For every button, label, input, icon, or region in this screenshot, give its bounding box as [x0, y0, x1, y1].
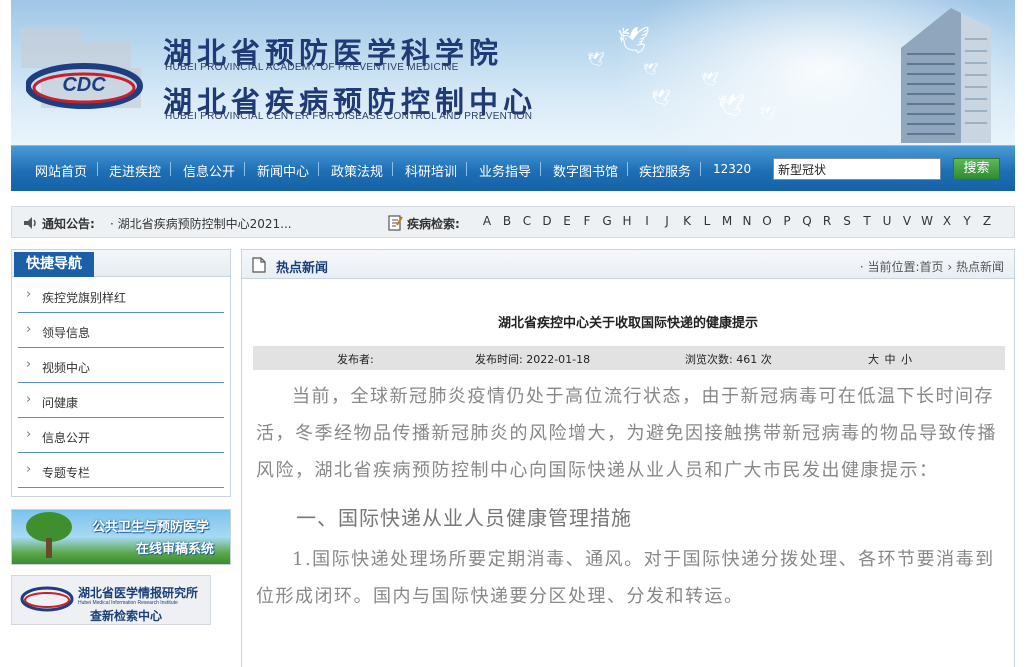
nav-item-research[interactable]: 科研培训 — [405, 161, 457, 180]
cdc-logo-small — [20, 586, 74, 612]
letter-link[interactable]: A — [477, 214, 497, 228]
site-header-banner: CDC 湖北省预防医学科学院 HUBEI PROVINCIAL ACADEMY … — [11, 0, 1015, 145]
nav-item-library[interactable]: 数字图书馆 — [553, 161, 618, 180]
dove-icon: 🕊 — [643, 62, 659, 76]
article-heading: 一、国际快递从业人员健康管理措施 — [296, 506, 632, 530]
nav-item-services[interactable]: 疾控服务 — [639, 161, 691, 180]
sidebar-item-leaders[interactable]: › 领导信息 — [18, 313, 224, 348]
nav-item-info-disclosure[interactable]: 信息公开 — [183, 161, 235, 180]
disease-search-label: 疾病检索: — [407, 217, 460, 231]
search-input[interactable] — [773, 158, 941, 180]
chevron-right-icon: › — [26, 392, 32, 407]
cdc-logo[interactable]: CDC — [26, 58, 144, 110]
letter-link[interactable]: C — [517, 214, 537, 228]
letter-link[interactable]: X — [937, 214, 957, 228]
nav-item-guidance[interactable]: 业务指导 — [479, 161, 531, 180]
article-meta-bar: 发布者: 发布时间: 2022-01-18 浏览次数: 461 次 大 中 小 — [253, 346, 1005, 370]
letter-link[interactable]: B — [497, 214, 517, 228]
notice-link[interactable]: · 湖北省疾病预防控制中心2021... — [110, 215, 292, 232]
letter-link[interactable]: P — [777, 214, 797, 228]
center-title-en: HUBEI PROVINCIAL CENTER FOR DISEASE CONT… — [165, 111, 533, 122]
sidebar-item-info-disclosure[interactable]: › 信息公开 — [18, 418, 224, 453]
letter-link[interactable]: F — [577, 214, 597, 228]
notice-label: 通知公告: — [42, 217, 95, 231]
letter-link[interactable]: E — [557, 214, 577, 228]
letter-link[interactable]: S — [837, 214, 857, 228]
academy-title-en: HUBEI PROVINCIAL ACADEMY OF PREVENTIVE M… — [165, 62, 459, 73]
sidebar-item-topics[interactable]: › 专题专栏 — [18, 453, 224, 488]
letter-link[interactable]: N — [737, 214, 757, 228]
panel-title: 热点新闻 — [276, 261, 329, 276]
dove-icon: 🕊 — [759, 106, 777, 122]
chevron-right-icon: › — [26, 427, 32, 442]
speaker-icon — [24, 217, 36, 229]
letter-link[interactable]: O — [757, 214, 777, 228]
font-size-switch[interactable]: 大 中 小 — [868, 351, 912, 367]
breadcrumb-home-link[interactable]: 首页 — [920, 260, 944, 274]
quick-nav-panel: 快捷导航 › 疾控党旗别样红 › 领导信息 › 视频中心 › 问健康 › 信息公开 › 专题… — [11, 249, 231, 497]
nav-item-12320[interactable]: 12320 — [713, 162, 751, 176]
article-paragraph: 1.国际快递处理场所要定期消毒、通风。对于国际快递分拨处理、各环节要消毒到位形成… — [256, 549, 995, 607]
letter-link[interactable]: Y — [957, 214, 977, 228]
notice-bar: 通知公告: · 湖北省疾病预防控制中心2021... 疾病检索: ABCDEFG… — [11, 206, 1015, 238]
letter-link[interactable]: G — [597, 214, 617, 228]
letter-link[interactable]: Q — [797, 214, 817, 228]
publisher: 发布者: — [337, 353, 374, 366]
quick-nav-title: 快捷导航 — [14, 252, 94, 277]
main-content-panel: 热点新闻 · 当前位置:首页 › 热点新闻 湖北省疾控中心关于收取国际快递的健康… — [241, 249, 1015, 667]
dove-icon: 🕊 — [587, 52, 605, 68]
letter-link[interactable]: K — [677, 214, 697, 228]
sidebar-item-party[interactable]: › 疾控党旗别样红 — [18, 278, 224, 313]
sidebar-item-video[interactable]: › 视频中心 — [18, 348, 224, 383]
nav-item-news[interactable]: 新闻中心 — [257, 161, 309, 180]
disease-letter-index: ABCDEFGHIJKLMNOPQRSTUVWXYZ — [477, 214, 997, 228]
letter-link[interactable]: D — [537, 214, 557, 228]
dove-icon: 🕊 — [651, 88, 672, 107]
letter-link[interactable]: V — [897, 214, 917, 228]
dove-icon: 🕊 — [717, 94, 745, 119]
sidebar-item-ask-health[interactable]: › 问健康 — [18, 383, 224, 418]
chevron-right-icon: › — [26, 357, 32, 372]
svg-text:CDC: CDC — [62, 74, 106, 96]
publish-time: 发布时间: 2022-01-18 — [475, 353, 591, 366]
notebook-icon — [388, 215, 403, 231]
nav-item-about[interactable]: 走进疾控 — [109, 161, 161, 180]
article-paragraph: 当前，全球新冠肺炎疫情仍处于高位流行状态，由于新冠病毒可在低温下长时间存活，冬季… — [256, 386, 997, 481]
letter-link[interactable]: T — [857, 214, 877, 228]
dove-icon: 🕊 — [617, 26, 651, 56]
nav-item-home[interactable]: 网站首页 — [35, 161, 87, 180]
chevron-right-icon: › — [26, 322, 32, 337]
dove-icon: 🕊 — [701, 72, 719, 88]
letter-link[interactable]: W — [917, 214, 937, 228]
letter-link[interactable]: M — [717, 214, 737, 228]
main-navigation: 网站首页 走进疾控 信息公开 新闻中心 政策法规 科研培训 业务指导 数字图书馆… — [11, 145, 1015, 191]
view-count: 浏览次数: 461 次 — [685, 353, 772, 366]
breadcrumb: · 当前位置:首页 › 热点新闻 — [859, 260, 1004, 274]
letter-link[interactable]: R — [817, 214, 837, 228]
quick-nav-header: 快捷导航 — [12, 250, 230, 277]
search-button[interactable]: 搜索 — [953, 158, 1000, 180]
article-title: 湖北省疾控中心关于收取国际快递的健康提示 — [497, 316, 758, 331]
document-icon — [252, 257, 266, 273]
chevron-right-icon: › — [26, 287, 32, 302]
article-body: 当前，全球新冠肺炎疫情仍处于高位流行状态，由于新冠病毒可在低温下长时间存活，冬季… — [256, 378, 1004, 615]
letter-link[interactable]: I — [637, 214, 657, 228]
medical-info-institute-banner[interactable]: 湖北省医学情报研究所 Hubei Medical Information Res… — [11, 575, 211, 625]
letter-link[interactable]: Z — [977, 214, 997, 228]
panel-header: 热点新闻 · 当前位置:首页 › 热点新闻 — [242, 250, 1014, 279]
breadcrumb-current[interactable]: 热点新闻 — [956, 260, 1004, 274]
letter-link[interactable]: L — [697, 214, 717, 228]
letter-link[interactable]: U — [877, 214, 897, 228]
letter-link[interactable]: H — [617, 214, 637, 228]
nav-item-policy[interactable]: 政策法规 — [331, 161, 383, 180]
building-illustration — [901, 8, 991, 143]
letter-link[interactable]: J — [657, 214, 677, 228]
public-health-review-banner[interactable]: 公共卫生与预防医学 在线审稿系统 — [11, 509, 231, 565]
chevron-right-icon: › — [26, 462, 32, 477]
